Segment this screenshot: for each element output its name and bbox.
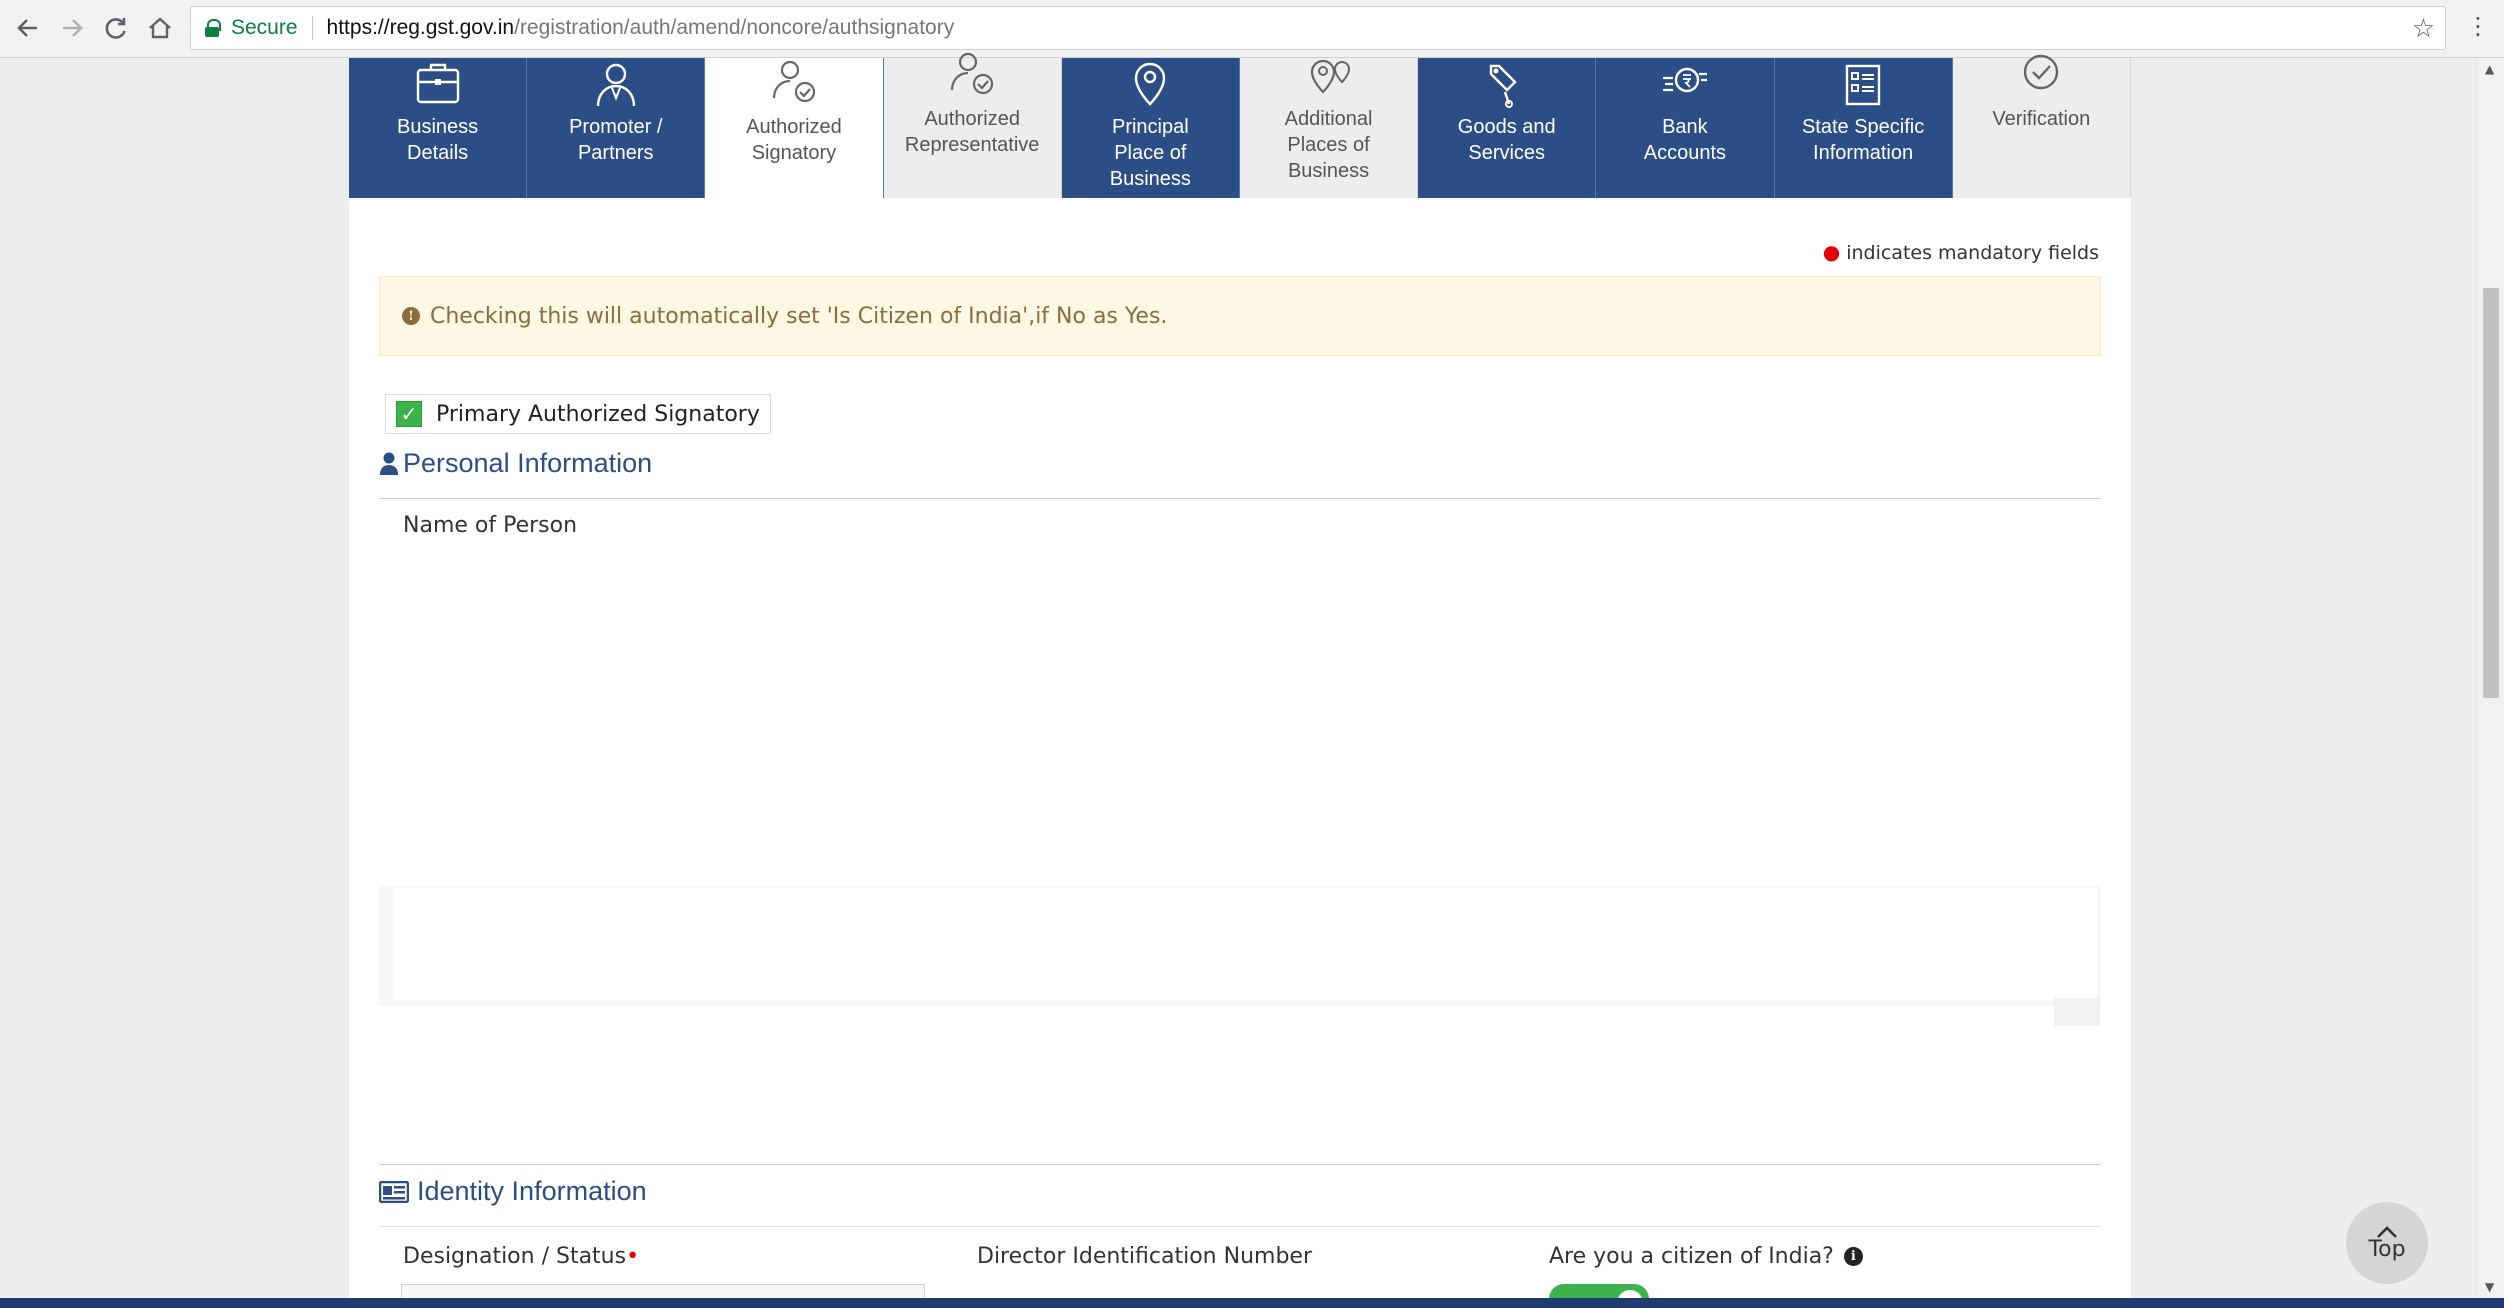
- url-host: https://reg.gst.gov.in: [326, 16, 515, 39]
- tab-additional-places-of[interactable]: Additional Places of Business: [1239, 58, 1419, 198]
- page-scrollbar[interactable]: ▲ ▼: [2476, 58, 2504, 1298]
- secure-label: Secure: [231, 16, 298, 39]
- tab-label: Principal Place of Business: [1109, 116, 1191, 190]
- info-icon[interactable]: i: [1843, 1247, 1863, 1266]
- map-pins-icon: [1303, 52, 1355, 106]
- name-of-person-label: Name of Person: [403, 513, 578, 538]
- tag-icon: [1481, 60, 1533, 114]
- registration-page: Business Details Promoter / Partners Authori…: [349, 52, 2131, 1308]
- arrow-left-icon: [17, 19, 37, 37]
- tab-label: State Specific Information: [1801, 116, 1925, 164]
- identity-info-heading: Identity Information: [379, 1176, 647, 1207]
- designation-label: Designation / Status•: [403, 1244, 640, 1269]
- primary-signatory-checkbox-row[interactable]: ✓ Primary Authorized Signatory: [385, 394, 771, 434]
- briefcase-icon: [412, 60, 464, 114]
- registration-tabs: Business Details Promoter / Partners Authori…: [349, 52, 2131, 198]
- rupee-icon: [1659, 60, 1711, 114]
- check-circle-icon: [2015, 52, 2067, 106]
- id-card-icon: [379, 1180, 409, 1203]
- exclamation-circle-icon: !: [402, 307, 420, 325]
- tab-goods-and-services[interactable]: Goods and Services: [1418, 58, 1597, 198]
- tab-label: Authorized Signatory: [746, 116, 842, 164]
- info-alert: ! Checking this will automatically set '…: [379, 276, 2101, 356]
- tab-label: Additional Places of Business: [1284, 108, 1373, 182]
- personal-info-heading: Personal Information: [379, 448, 652, 479]
- person-check-icon: [946, 52, 998, 106]
- primary-signatory-checkbox[interactable]: ✓: [396, 401, 422, 427]
- lock-icon: [205, 19, 221, 37]
- browser-toolbar: Secure https://reg.gst.gov.in/registrati…: [0, 0, 2504, 58]
- tab-authorized-signatory[interactable]: Authorized Signatory: [705, 58, 884, 198]
- os-taskbar: [0, 1298, 2504, 1308]
- url-path: /registration/auth/amend/noncore/authsig…: [514, 16, 955, 39]
- home-icon: [149, 17, 171, 39]
- tab-label: Verification: [1992, 108, 2091, 130]
- scrollbar-thumb[interactable]: [2483, 288, 2499, 698]
- required-dot-icon: ●: [1822, 240, 1841, 264]
- tab-label: Authorized Representative: [904, 108, 1040, 156]
- tab-state-specific-information[interactable]: State Specific Information: [1774, 58, 1953, 198]
- reload-button[interactable]: [98, 10, 134, 46]
- din-label: Director Identification Number: [977, 1244, 1312, 1269]
- reload-icon: [105, 18, 126, 39]
- tab-label: Promoter / Partners: [569, 116, 663, 164]
- mandatory-note: ● indicates mandatory fields: [1822, 240, 2099, 264]
- tab-principal-place-of[interactable]: Principal Place of Business: [1061, 58, 1240, 198]
- form-icon: [1837, 60, 1889, 114]
- back-to-top-button[interactable]: Top: [2346, 1202, 2428, 1284]
- person-check-icon: [768, 60, 820, 114]
- tab-promoter-partners[interactable]: Promoter / Partners: [527, 58, 706, 198]
- tab-bank-accounts[interactable]: Bank Accounts: [1596, 58, 1775, 198]
- tab-label: Goods and Services: [1457, 116, 1556, 164]
- alert-text: Checking this will automatically set 'Is…: [430, 303, 1168, 329]
- tab-verification[interactable]: Verification: [1952, 54, 2131, 198]
- arrow-right-icon: [63, 19, 83, 37]
- bookmark-star-icon[interactable]: ☆: [2412, 13, 2435, 44]
- tab-label: Bank Accounts: [1643, 116, 1727, 164]
- map-pin-icon: [1124, 60, 1176, 114]
- person-icon: [590, 60, 642, 114]
- address-bar[interactable]: Secure https://reg.gst.gov.in/registrati…: [190, 6, 2446, 50]
- browser-menu-icon[interactable]: ⋮: [2466, 12, 2490, 40]
- tab-business-details[interactable]: Business Details: [349, 58, 528, 198]
- back-button[interactable]: [10, 10, 46, 46]
- home-button[interactable]: [142, 10, 178, 46]
- tab-label: Business Details: [397, 116, 479, 164]
- scroll-down-arrow-icon[interactable]: ▼: [2485, 1280, 2494, 1294]
- scroll-up-arrow-icon[interactable]: ▲: [2485, 62, 2494, 76]
- tab-authorized-representative[interactable]: Authorized Representative: [883, 52, 1062, 198]
- required-asterisk: •: [626, 1244, 640, 1269]
- citizen-label: Are you a citizen of India? i: [1549, 1244, 1873, 1269]
- user-icon: [380, 452, 398, 475]
- forward-button[interactable]: [54, 10, 90, 46]
- primary-signatory-label: Primary Authorized Signatory: [436, 401, 760, 427]
